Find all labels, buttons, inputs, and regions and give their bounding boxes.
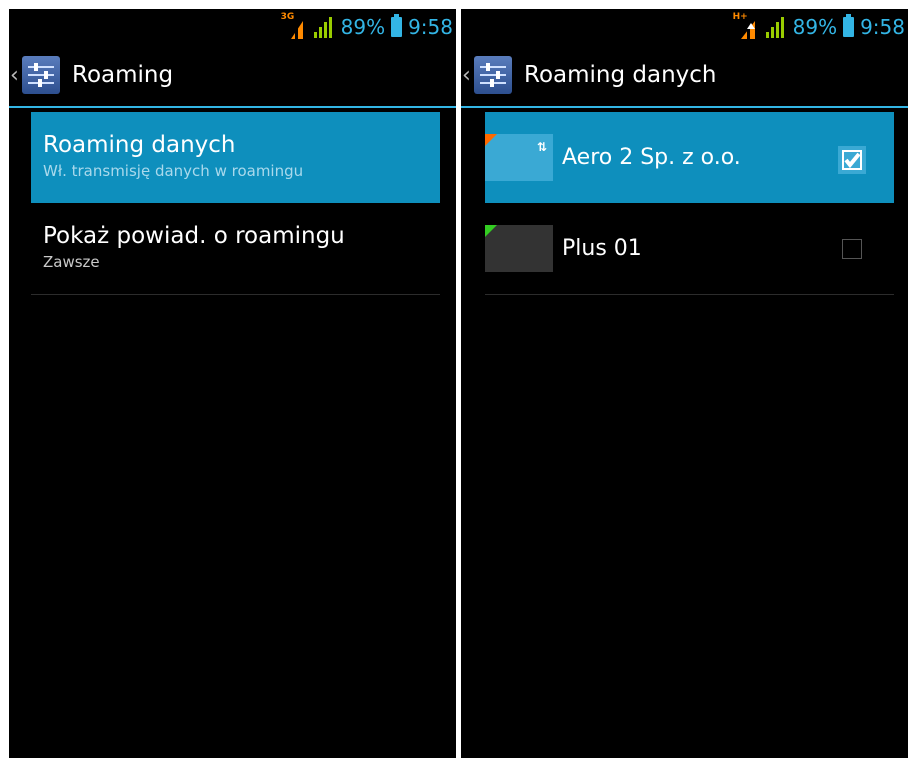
back-chevron-icon[interactable]: ‹ (462, 63, 472, 88)
operator-checkbox[interactable] (838, 146, 866, 174)
sim-thumbnail (485, 225, 553, 272)
battery-percent: 89% (340, 14, 386, 39)
mobile-network-icon: 3G (280, 11, 307, 39)
back-chevron-icon[interactable]: ‹ (10, 63, 20, 88)
network-type-label: H+ (732, 11, 748, 22)
battery-icon (391, 13, 403, 37)
checkmark-icon (838, 150, 866, 178)
item-title: Pokaż powiad. o roamingu (43, 223, 345, 249)
action-bar: ‹ Roaming danych (461, 44, 908, 108)
network-type-label: 3G (280, 11, 295, 22)
clock: 9:58 (408, 14, 453, 39)
operator-name: Plus 01 (562, 236, 642, 261)
screen-title: Roaming danych (524, 62, 717, 88)
item-summary: Zawsze (43, 253, 100, 271)
operator-checkbox[interactable] (842, 239, 862, 259)
data-roaming-item[interactable]: Roaming danych Wł. transmisję danych w r… (31, 112, 440, 203)
roaming-notification-item[interactable]: Pokaż powiad. o roamingu Zawsze (31, 203, 440, 294)
operator-item-aero2[interactable]: ⇅ Aero 2 Sp. z o.o. (485, 112, 894, 203)
signal-icon (313, 16, 335, 38)
data-transfer-arrows-icon: ⇅ (536, 140, 547, 154)
list-divider (485, 294, 894, 295)
clock: 9:58 (860, 14, 905, 39)
screen-title: Roaming (72, 62, 174, 88)
battery-percent: 89% (792, 14, 838, 39)
signal-icon (765, 16, 787, 38)
action-bar: ‹ Roaming (9, 44, 456, 108)
operator-item-plus[interactable]: Plus 01 (485, 203, 894, 294)
data-roaming-screen: H+ 89% 9:58 ‹ Roaming danych ⇅ Aero 2 Sp… (461, 9, 908, 758)
battery-icon (843, 13, 855, 37)
settings-sliders-icon[interactable] (22, 56, 60, 94)
roaming-screen: 3G 89% 9:58 ‹ Roaming Roaming danych Wł.… (9, 9, 456, 758)
status-bar: H+ 89% 9:58 (461, 9, 908, 44)
operator-name: Aero 2 Sp. z o.o. (562, 145, 741, 170)
list-divider (31, 294, 440, 295)
settings-sliders-icon[interactable] (474, 56, 512, 94)
item-title: Roaming danych (43, 132, 236, 158)
mobile-network-icon: H+ (732, 11, 759, 39)
item-summary: Wł. transmisję danych w roamingu (43, 162, 304, 180)
status-bar: 3G 89% 9:58 (9, 9, 456, 44)
sim-thumbnail: ⇅ (485, 134, 553, 181)
